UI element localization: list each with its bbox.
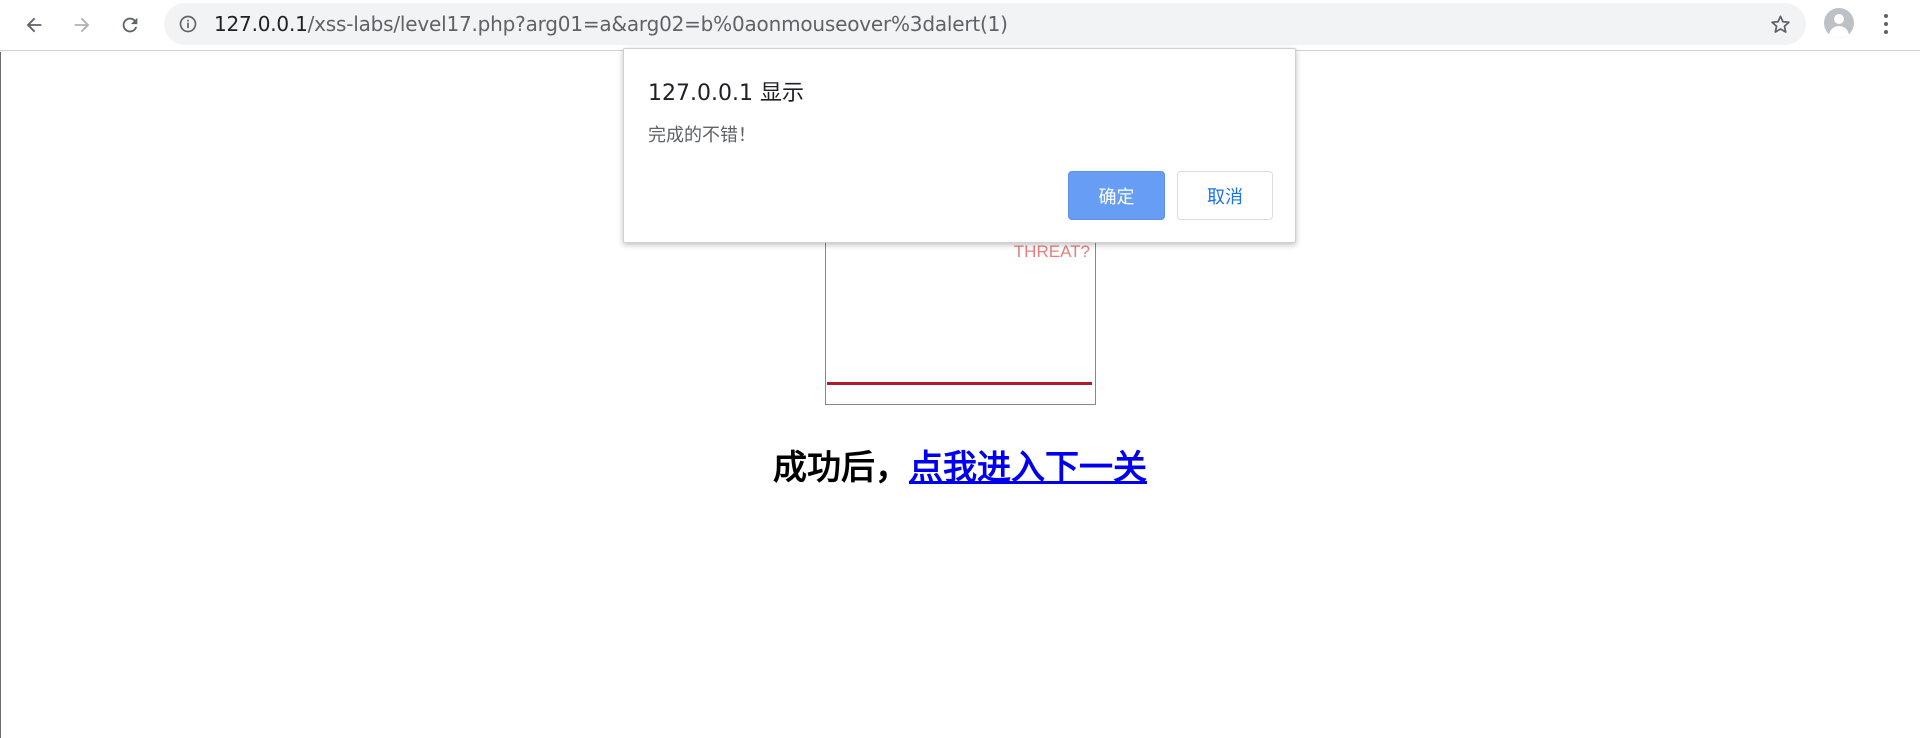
forward-arrow-icon [74, 17, 90, 33]
url-text[interactable]: 127.0.0.1/xss-labs/level17.php?arg01=a&a… [214, 3, 1008, 45]
reload-button[interactable] [113, 8, 147, 42]
address-bar[interactable]: 127.0.0.1/xss-labs/level17.php?arg01=a&a… [164, 3, 1806, 45]
back-arrow-icon [26, 17, 42, 33]
url-path: /xss-labs/level17.php?arg01=a&arg02=b%0a… [307, 12, 1008, 36]
url-host: 127.0.0.1 [214, 12, 308, 36]
cancel-button[interactable]: 取消 [1177, 171, 1273, 220]
ok-button[interactable]: 确定 [1068, 171, 1165, 220]
info-icon[interactable] [178, 14, 198, 34]
dialog-message: 完成的不错！ [648, 125, 756, 146]
heading-prefix: 成功后， [773, 448, 909, 488]
star-icon[interactable] [1769, 13, 1792, 36]
alert-dialog: 127.0.0.1 显示 完成的不错！ 确定 取消 [623, 48, 1296, 243]
menu-dots-icon[interactable] [1876, 10, 1896, 38]
page-left-border [0, 52, 1, 738]
embed-red-line [827, 382, 1092, 385]
embed-threat-text: THREAT? [1013, 242, 1090, 261]
dialog-title: 127.0.0.1 显示 [648, 81, 804, 106]
forward-button[interactable] [65, 8, 99, 42]
back-button[interactable] [17, 8, 51, 42]
next-level-link[interactable]: 点我进入下一关 [909, 448, 1147, 488]
reload-icon [122, 17, 138, 33]
browser-toolbar: 127.0.0.1/xss-labs/level17.php?arg01=a&a… [0, 0, 1920, 51]
profile-avatar-icon[interactable] [1824, 8, 1854, 38]
embedded-flash-frame[interactable]: THREAT? [825, 228, 1096, 405]
page-heading: 成功后，点我进入下一关 [0, 440, 1920, 489]
